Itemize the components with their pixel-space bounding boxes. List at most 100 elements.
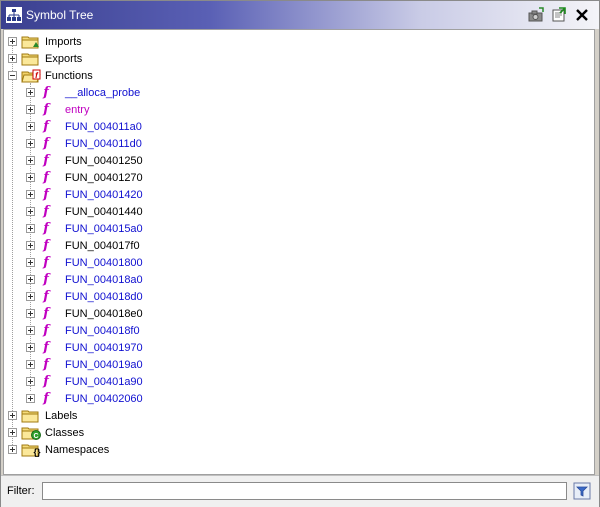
tree-node-classes[interactable]: C Classes	[8, 424, 84, 441]
expand-icon[interactable]	[26, 173, 35, 182]
navigate-button[interactable]	[550, 6, 568, 24]
expand-icon[interactable]	[26, 343, 35, 352]
expand-icon[interactable]	[26, 394, 35, 403]
svg-text:{}: {}	[33, 447, 41, 457]
expand-icon[interactable]	[26, 326, 35, 335]
expand-icon[interactable]	[26, 88, 35, 97]
function-icon: f	[43, 255, 49, 270]
expand-icon[interactable]	[26, 105, 35, 114]
expand-icon[interactable]	[8, 411, 17, 420]
filter-input[interactable]	[42, 482, 567, 500]
tree-node-functions[interactable]: f Functions	[8, 67, 93, 84]
function-item[interactable]: f FUN_004011d0	[26, 135, 142, 152]
function-item[interactable]: f entry	[26, 101, 89, 118]
function-item[interactable]: f FUN_00401970	[26, 339, 143, 356]
function-icon: f	[43, 306, 49, 321]
navigate-icon	[552, 7, 566, 22]
folder-namespaces-icon: {}	[21, 444, 41, 457]
expand-icon[interactable]	[26, 122, 35, 131]
camera-icon	[528, 7, 544, 22]
function-label: FUN_00401250	[65, 154, 143, 167]
filter-options-icon	[573, 482, 591, 500]
function-item[interactable]: f FUN_00401440	[26, 203, 143, 220]
function-label: FUN_004018d0	[65, 290, 143, 303]
function-item[interactable]: f FUN_00401800	[26, 254, 143, 271]
function-icon: f	[43, 391, 49, 406]
function-item[interactable]: f __alloca_probe	[26, 84, 140, 101]
expand-icon[interactable]	[26, 241, 35, 250]
function-label: FUN_004011a0	[65, 120, 142, 133]
folder-functions-icon: f	[21, 69, 41, 83]
title-bar[interactable]: Symbol Tree	[1, 1, 599, 29]
tree-node-labels[interactable]: Labels	[8, 407, 77, 424]
function-item[interactable]: f FUN_00401270	[26, 169, 143, 186]
expand-icon[interactable]	[26, 377, 35, 386]
folder-imports-icon	[21, 36, 39, 49]
tree-node-namespaces[interactable]: {} Namespaces	[8, 441, 109, 458]
symbol-tree-window: Symbol Tree Imports Exports f Functions f __a…	[0, 0, 600, 507]
function-label: FUN_00401a90	[65, 375, 143, 388]
close-button[interactable]	[573, 6, 591, 24]
function-item[interactable]: f FUN_004018a0	[26, 271, 143, 288]
function-icon: f	[43, 170, 49, 185]
expand-icon[interactable]	[8, 37, 17, 46]
expand-icon[interactable]	[26, 292, 35, 301]
expand-icon[interactable]	[8, 445, 17, 454]
function-icon: f	[43, 204, 49, 219]
collapse-icon[interactable]	[8, 71, 17, 80]
function-item[interactable]: f FUN_00401420	[26, 186, 143, 203]
function-label: FUN_004018f0	[65, 324, 140, 337]
function-item[interactable]: f FUN_004019a0	[26, 356, 143, 373]
filter-options-button[interactable]	[573, 482, 591, 500]
function-icon: f	[43, 374, 49, 389]
symbol-tree[interactable]: Imports Exports f Functions f __alloca_probe f…	[3, 29, 595, 475]
symbol-tree-icon	[6, 7, 22, 23]
function-item[interactable]: f FUN_004017f0	[26, 237, 140, 254]
function-label: FUN_00401800	[65, 256, 143, 269]
function-icon: f	[43, 340, 49, 355]
function-item[interactable]: f FUN_004015a0	[26, 220, 143, 237]
function-icon: f	[43, 289, 49, 304]
tree-node-imports[interactable]: Imports	[8, 33, 82, 50]
expand-icon[interactable]	[26, 224, 35, 233]
expand-icon[interactable]	[26, 309, 35, 318]
expand-icon[interactable]	[26, 190, 35, 199]
svg-text:C: C	[33, 433, 38, 440]
window-title: Symbol Tree	[26, 8, 94, 22]
function-item[interactable]: f FUN_004018f0	[26, 322, 140, 339]
expand-icon[interactable]	[8, 54, 17, 63]
tree-node-exports[interactable]: Exports	[8, 50, 82, 67]
function-item[interactable]: f FUN_004011a0	[26, 118, 142, 135]
function-icon: f	[43, 238, 49, 253]
function-item[interactable]: f FUN_00402060	[26, 390, 143, 407]
tree-node-label: Functions	[45, 69, 93, 82]
function-item[interactable]: f FUN_004018d0	[26, 288, 143, 305]
expand-icon[interactable]	[26, 258, 35, 267]
tree-node-label: Labels	[45, 409, 78, 422]
function-icon: f	[43, 323, 49, 338]
expand-icon[interactable]	[26, 207, 35, 216]
filter-bar: Filter:	[1, 475, 599, 507]
folder-labels-icon	[21, 410, 39, 423]
function-item[interactable]: f FUN_004018e0	[26, 305, 143, 322]
snapshot-button[interactable]	[527, 6, 545, 24]
folder-exports-icon	[21, 53, 39, 66]
expand-icon[interactable]	[8, 428, 17, 437]
function-icon: f	[43, 221, 49, 236]
expand-icon[interactable]	[26, 360, 35, 369]
expand-icon[interactable]	[26, 156, 35, 165]
function-icon: f	[43, 85, 49, 100]
filter-label: Filter:	[7, 485, 35, 497]
expand-icon[interactable]	[26, 275, 35, 284]
function-icon: f	[43, 272, 49, 287]
function-item[interactable]: f FUN_00401250	[26, 152, 143, 169]
expand-icon[interactable]	[26, 139, 35, 148]
folder-classes-icon: C	[21, 427, 41, 440]
tree-node-label: Classes	[45, 426, 85, 439]
function-label: FUN_004017f0	[65, 239, 140, 252]
function-label: FUN_004018a0	[65, 273, 143, 286]
tree-guide-line	[12, 41, 13, 449]
function-label: FUN_004011d0	[65, 137, 142, 150]
function-item[interactable]: f FUN_00401a90	[26, 373, 143, 390]
function-label: FUN_00401420	[65, 188, 143, 201]
